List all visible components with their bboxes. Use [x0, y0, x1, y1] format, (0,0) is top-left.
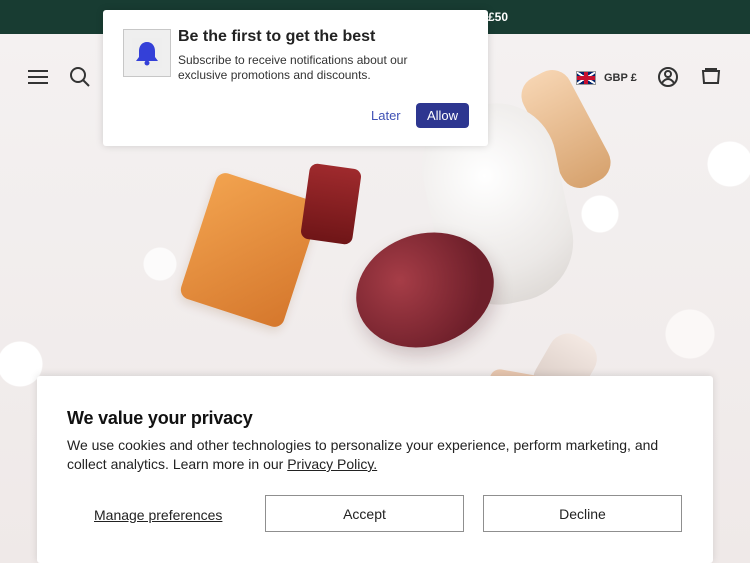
- search-icon[interactable]: [67, 64, 93, 90]
- cart-icon[interactable]: [698, 64, 724, 90]
- allow-button[interactable]: Allow: [416, 103, 469, 128]
- manage-preferences-link[interactable]: Manage preferences: [94, 507, 222, 523]
- menu-icon[interactable]: [27, 66, 49, 88]
- push-message: Subscribe to receive notifications about…: [178, 53, 408, 82]
- privacy-policy-link[interactable]: Privacy Policy.: [287, 456, 377, 472]
- soap-bar: [178, 170, 322, 330]
- account-icon[interactable]: [655, 64, 681, 90]
- uk-flag-icon: [576, 71, 596, 85]
- bell-icon: [132, 38, 162, 68]
- currency-label: GBP £: [604, 72, 637, 84]
- cookie-consent-banner: We value your privacy We use cookies and…: [37, 376, 713, 563]
- cookie-title: We value your privacy: [67, 408, 253, 428]
- later-button[interactable]: Later: [371, 108, 401, 123]
- currency-selector[interactable]: GBP £: [576, 69, 644, 87]
- bell-icon-box: [123, 29, 171, 77]
- push-title: Be the first to get the best: [178, 28, 376, 45]
- cookie-message: We use cookies and other technologies to…: [67, 436, 677, 474]
- red-bottle: [299, 162, 363, 246]
- decline-button[interactable]: Decline: [483, 495, 682, 532]
- push-notification-prompt: Be the first to get the best Subscribe t…: [103, 10, 488, 146]
- accept-button[interactable]: Accept: [265, 495, 464, 532]
